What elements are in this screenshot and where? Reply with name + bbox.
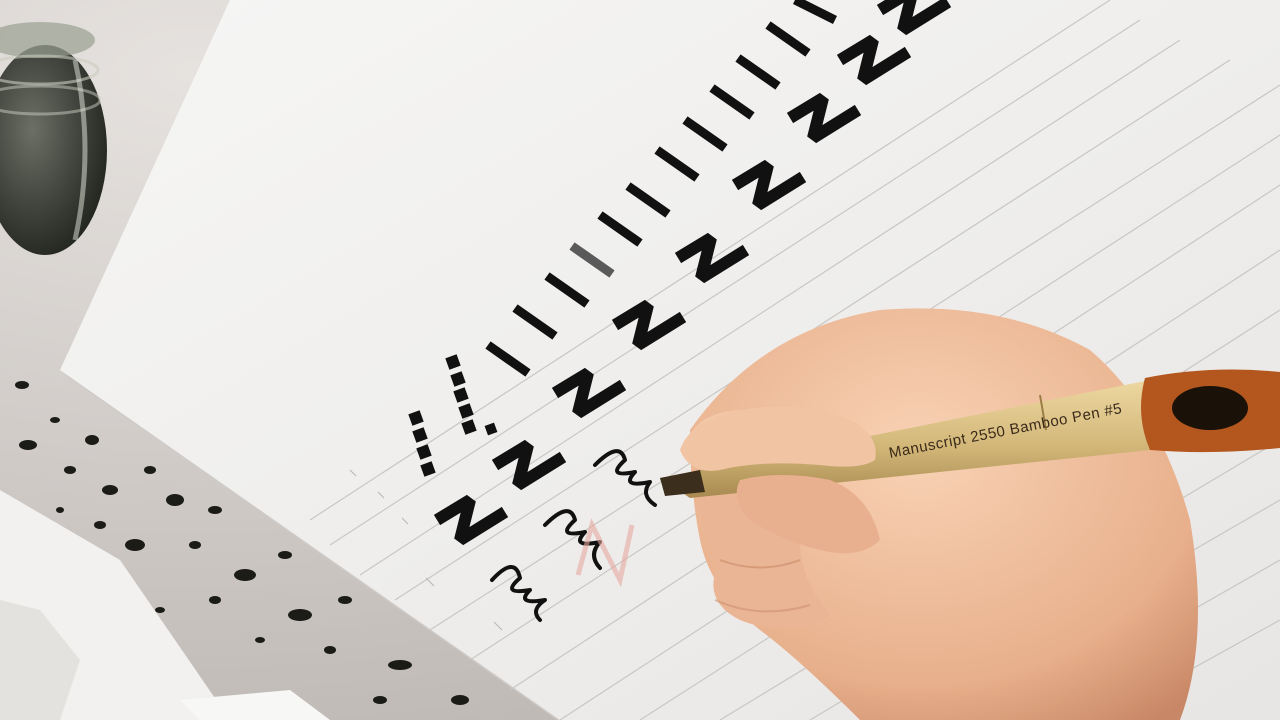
photo-scene: Manuscript 2550 Bamboo Pen #5 — [0, 0, 1280, 720]
